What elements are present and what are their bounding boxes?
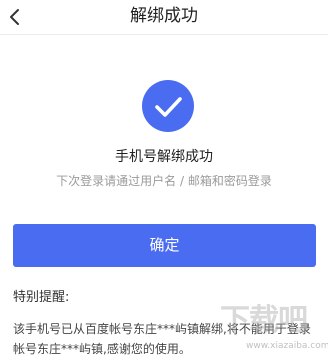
success-title: 手机号解绑成功 xyxy=(115,149,213,165)
unbind-success-page: 解绑成功 手机号解绑成功 下次登录请通过用户名 / 邮箱和密码登录 确定 特别提… xyxy=(0,0,328,361)
confirm-button[interactable]: 确定 xyxy=(13,224,316,267)
notice-heading: 特别提醒: xyxy=(13,290,70,305)
notice-body: 该手机号已从百度帐号东庄***屿镇解绑,将不能用于登录帐号东庄***屿镇,感谢您… xyxy=(13,322,311,356)
success-badge xyxy=(142,80,194,132)
check-icon xyxy=(155,97,182,117)
nav-bar: 解绑成功 xyxy=(0,0,328,35)
page-title: 解绑成功 xyxy=(130,6,198,26)
success-subtitle: 下次登录请通过用户名 / 邮箱和密码登录 xyxy=(56,174,272,188)
